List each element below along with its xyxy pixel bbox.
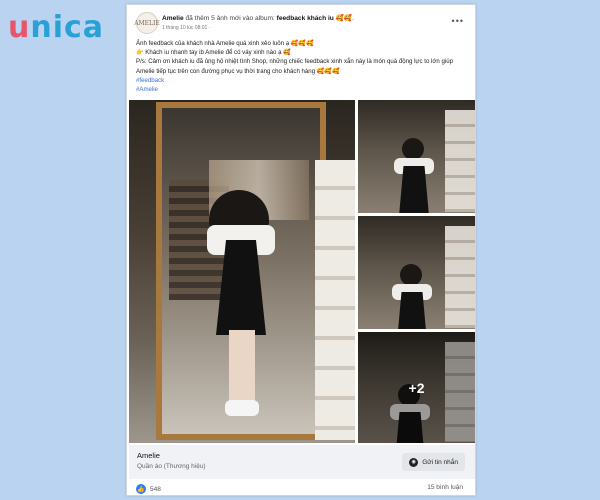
caption-text-1: Ảnh feedback của khách nhà Amelie quá xi… [136, 40, 291, 47]
more-options-icon[interactable]: ••• [452, 16, 464, 26]
reactions-summary[interactable]: 👍 548 [136, 484, 161, 494]
send-message-button[interactable]: ◉ Gửi tin nhắn [402, 453, 465, 471]
photo-thumbnail-3[interactable]: +2 [358, 332, 475, 443]
caption-text-2: Khách iu nhanh tay ib Amelie để có váy x… [143, 49, 284, 57]
post-caption: Ảnh feedback của khách nhà Amelie quá xi… [136, 39, 468, 94]
hashtag-amelie[interactable]: #Amelie [136, 85, 468, 94]
post-timestamp[interactable]: 1 tháng 10 lúc 08:01 · [162, 25, 210, 31]
caption-line-3: P/s: Cảm ơn khách iu đã ủng hộ nhiệt tìn… [136, 57, 468, 75]
post-action-text: đã thêm 5 ảnh mới vào album: [183, 15, 277, 22]
like-icon: 👍 [136, 484, 146, 494]
caption-line-2: 👉 Khách iu nhanh tay ib Amelie để có váy… [136, 48, 468, 57]
caption-emoji-2: 🥰 [283, 49, 291, 57]
comment-count[interactable]: 15 bình luận [427, 484, 463, 491]
person-head [400, 264, 422, 286]
side-shelves [315, 160, 355, 440]
person-head [402, 138, 424, 160]
person-legs [229, 330, 255, 410]
hashtag-feedback[interactable]: #feedback [136, 76, 468, 85]
person-dress [397, 292, 427, 329]
caption-emoji-3: 🥰🥰🥰 [316, 67, 340, 75]
author-name[interactable]: Amelie [162, 15, 184, 22]
person-shoes [225, 400, 259, 416]
main-photo[interactable] [129, 100, 355, 443]
thumbnail-shelves [445, 226, 475, 328]
post-headline: Amelie đã thêm 5 ảnh mới vào album: feed… [162, 14, 354, 22]
album-emoji: 🥰🥰. [335, 15, 354, 22]
photo-thumbnail-2[interactable] [358, 216, 475, 329]
thumbnail-shelves [445, 110, 475, 212]
attached-page-name[interactable]: Amelie [137, 451, 160, 460]
attached-page-category: Quần áo (Thương hiệu) [137, 463, 206, 470]
person-dress [399, 166, 429, 213]
photo-thumbnail-1[interactable] [358, 100, 475, 213]
messenger-icon: ◉ [409, 457, 419, 467]
caption-line-1: Ảnh feedback của khách nhà Amelie quá xi… [136, 39, 468, 48]
caption-emoji-1: 🥰🥰🥰 [290, 40, 314, 47]
facebook-post-card: AMELIE Amelie đã thêm 5 ảnh mới vào albu… [126, 4, 476, 496]
unica-logo: unica [8, 10, 104, 45]
more-photos-overlay[interactable]: +2 [358, 332, 475, 443]
send-message-label: Gửi tin nhắn [422, 458, 458, 466]
caption-text-3: P/s: Cảm ơn khách iu đã ủng hộ nhiệt tìn… [136, 58, 453, 75]
pointing-hand-icon: 👉 [136, 49, 144, 57]
page-avatar[interactable]: AMELIE [134, 12, 160, 34]
logo-letters-rest: nica [30, 10, 105, 45]
page-attachment[interactable]: Amelie Quần áo (Thương hiệu) ◉ Gửi tin n… [129, 445, 475, 479]
album-link[interactable]: feedback khách iu [277, 15, 334, 22]
logo-letter-u: u [8, 10, 31, 45]
post-header: AMELIE Amelie đã thêm 5 ảnh mới vào albu… [134, 12, 468, 36]
like-count: 548 [150, 485, 161, 493]
avatar-text: AMELIE [134, 19, 160, 27]
